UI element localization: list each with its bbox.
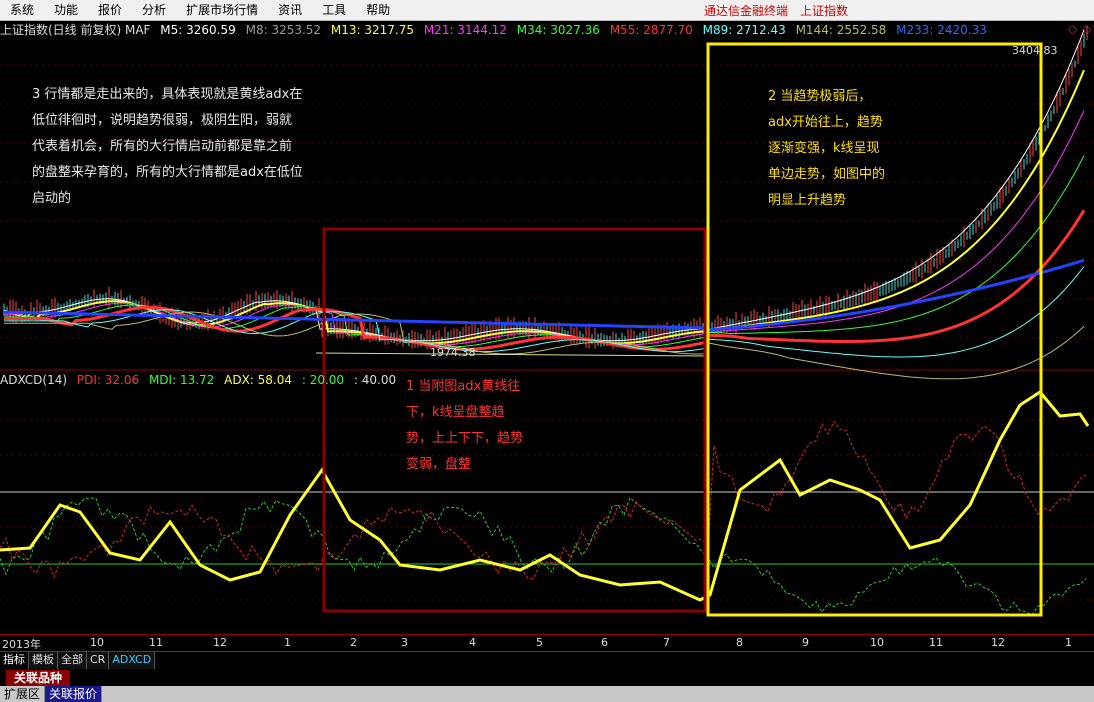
axis-label: 10	[870, 636, 884, 649]
high-price-label: 3404.83	[1012, 44, 1058, 57]
axis-label: 2	[350, 636, 357, 649]
axis-label: 2013年	[2, 638, 41, 651]
axis-label: 3	[401, 636, 408, 649]
axis-label: 1	[284, 636, 291, 649]
axis-label: 10	[90, 636, 104, 649]
low-price-label: 1974.38	[430, 346, 476, 359]
mdi-line	[0, 496, 1087, 616]
level-20-value: : 20.00	[301, 373, 345, 387]
mdi-value: MDI: 13.72	[148, 373, 215, 387]
axis-label: 9	[802, 636, 809, 649]
related-symbols-button[interactable]: 关联品种	[6, 670, 71, 686]
indicator-legend: ADXCD(14) PDI: 32.06 MDI: 13.72 ADX: 58.…	[0, 371, 402, 389]
axis-label: 1	[1065, 636, 1072, 649]
note-trend: 2 当趋势极弱后， adx开始往上，趋势 逐渐变强，k线呈现 单边走势，如图中的…	[768, 89, 886, 208]
axis-label: 12	[991, 636, 1005, 649]
tab-extended-area[interactable]: 扩展区	[0, 686, 46, 702]
pdi-line	[0, 420, 1087, 579]
note-consolidation: 1 当附图adx黄线往 下，k线呈盘整趋 势，上上下下，趋势 变弱，盘整	[406, 379, 524, 472]
axis-label: 12	[213, 636, 227, 649]
adx-lines	[0, 390, 1090, 616]
axis-label: 7	[663, 636, 670, 649]
indicator-name: ADXCD(14)	[0, 373, 68, 387]
tab-adxcd[interactable]: ADXCD	[109, 652, 156, 669]
axis-label: 6	[601, 636, 608, 649]
axis-label: 8	[736, 636, 743, 649]
indicator-tabs: 指标 模板 全部 CR ADXCD	[0, 651, 1094, 669]
tab-template[interactable]: 模板	[29, 652, 58, 669]
axis-label: 5	[536, 636, 543, 649]
axis-label: 4	[469, 636, 476, 649]
tab-cr[interactable]: CR	[87, 652, 110, 669]
axis-label: 11	[929, 636, 943, 649]
level-40-value: : 40.00	[353, 373, 397, 387]
axis-label: 11	[149, 636, 163, 649]
note-summary: 3 行情都是走出来的，具体表现就是黄线adx在 低位徘徊时，说明趋势很弱，极阴生…	[32, 87, 303, 206]
tab-indicator[interactable]: 指标	[0, 652, 29, 669]
tab-all[interactable]: 全部	[58, 652, 87, 669]
adx-value: ADX: 58.04	[224, 373, 293, 387]
pdi-value: PDI: 32.06	[76, 373, 140, 387]
date-axis: 2013年 10 11 12 1 2 3 4 5 6 7 8 9 10 11 1…	[0, 634, 1094, 652]
tab-related-quote[interactable]: 关联报价	[45, 686, 103, 702]
adx-line	[0, 390, 1090, 602]
bottom-bar: 扩展区 关联报价	[0, 686, 1094, 702]
